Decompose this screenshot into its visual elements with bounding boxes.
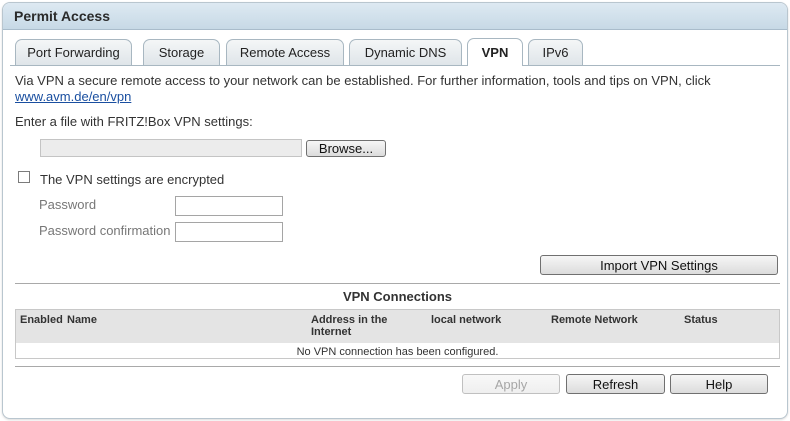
tab-vpn[interactable]: VPN <box>467 38 523 66</box>
import-vpn-settings-button[interactable]: Import VPN Settings <box>540 255 778 275</box>
tab-divider <box>10 65 780 66</box>
password-label: Password <box>39 197 97 212</box>
tab-remote-access[interactable]: Remote Access <box>226 39 344 65</box>
panel-title: Permit Access <box>14 8 110 24</box>
intro-paragraph: Via VPN a secure remote access to your n… <box>15 73 775 105</box>
permit-access-panel: Permit Access Port Forwarding Storage Re… <box>2 2 788 419</box>
section-divider <box>15 283 780 284</box>
file-label: Enter a file with FRITZ!Box VPN settings… <box>15 114 253 129</box>
column-header-local-network: local network <box>431 314 502 326</box>
intro-text: Via VPN a secure remote access to your n… <box>15 73 711 88</box>
vpn-connections-title: VPN Connections <box>342 289 453 304</box>
tab-ipv6[interactable]: IPv6 <box>528 39 583 65</box>
table-header: Enabled Name Address in the Internet loc… <box>16 310 779 343</box>
panel-header <box>3 3 787 30</box>
footer-divider <box>15 366 780 367</box>
column-header-name: Name <box>67 314 97 326</box>
column-header-status: Status <box>684 314 718 326</box>
empty-table-message: No VPN connection has been configured. <box>296 346 499 358</box>
browse-button[interactable]: Browse... <box>306 140 386 157</box>
tab-port-forwarding[interactable]: Port Forwarding <box>15 39 132 65</box>
vpn-file-input[interactable] <box>40 139 302 157</box>
refresh-button[interactable]: Refresh <box>566 374 665 394</box>
apply-button[interactable]: Apply <box>462 374 560 394</box>
password-confirmation-input[interactable] <box>175 222 283 242</box>
vpn-connections-table: Enabled Name Address in the Internet loc… <box>15 309 780 359</box>
column-header-remote-network: Remote Network <box>551 314 638 326</box>
vpn-info-link[interactable]: www.avm.de/en/vpn <box>15 89 131 104</box>
encrypted-label: The VPN settings are encrypted <box>40 172 225 187</box>
help-button[interactable]: Help <box>670 374 768 394</box>
column-header-address: Address in the Internet <box>311 314 388 338</box>
tab-dynamic-dns[interactable]: Dynamic DNS <box>349 39 462 65</box>
encrypted-checkbox[interactable] <box>18 171 30 183</box>
column-header-enabled: Enabled <box>20 314 63 326</box>
tab-storage[interactable]: Storage <box>143 39 220 65</box>
password-input[interactable] <box>175 196 283 216</box>
password-confirmation-label: Password confirmation <box>39 223 171 238</box>
